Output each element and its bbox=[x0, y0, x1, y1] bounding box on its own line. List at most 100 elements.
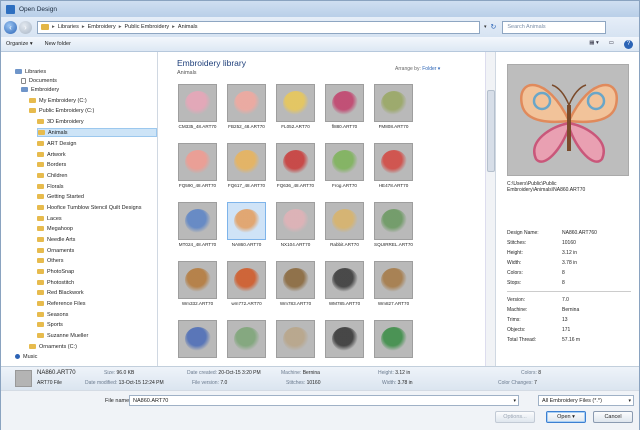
nav-item-hoofice-tumblow-stencil-quilt-designs[interactable]: Hoofice Tumblow Stencil Quilt Designs bbox=[37, 203, 141, 212]
nav-item-florals[interactable]: Florals bbox=[37, 182, 64, 191]
options-button[interactable]: Options... bbox=[495, 411, 535, 423]
organize-button[interactable]: Organize ▾ bbox=[6, 41, 33, 47]
nav-item-borders[interactable]: Borders bbox=[37, 160, 66, 169]
nav-item-suzanne-mueller[interactable]: Suzanne Mueller bbox=[37, 331, 88, 340]
file-thumbnail[interactable]: Wm332.ART70 bbox=[175, 259, 220, 311]
file-thumbnail[interactable]: Wm783.ART70 bbox=[273, 259, 318, 311]
embroidery-motif bbox=[380, 209, 407, 233]
crumb-embroidery[interactable]: Embroidery bbox=[88, 24, 116, 30]
nav-item-reference-files[interactable]: Reference Files bbox=[37, 299, 86, 308]
file-thumbnail[interactable]: Wm827.ART70 bbox=[371, 259, 416, 311]
nav-item-embroidery[interactable]: Embroidery bbox=[21, 85, 59, 94]
crumb-public-embroidery[interactable]: Public Embroidery bbox=[125, 24, 170, 30]
detail-color-changes: 7 bbox=[534, 380, 537, 386]
file-thumbnail[interactable]: CM335_48.ART70 bbox=[175, 82, 220, 134]
nav-item-documents[interactable]: Documents bbox=[21, 76, 57, 85]
file-thumbnail[interactable]: HE478.ART70 bbox=[371, 141, 416, 193]
detail-name: NA860.ART70 bbox=[37, 370, 76, 376]
view-options-icon[interactable]: ▦ ▾ bbox=[589, 40, 599, 49]
file-name-label: Wm783.ART70 bbox=[279, 301, 312, 306]
file-name-label: Wm827.ART70 bbox=[377, 301, 410, 306]
file-thumbnail[interactable] bbox=[224, 318, 269, 366]
file-thumbnail[interactable] bbox=[322, 318, 367, 366]
design-thumbnail-image bbox=[325, 202, 364, 240]
nav-item-seasons[interactable]: Seasons bbox=[37, 310, 68, 319]
file-name-label: HE478.ART70 bbox=[378, 183, 409, 188]
embroidery-motif bbox=[233, 91, 260, 115]
file-thumbnail[interactable]: fl880.ART70 bbox=[322, 82, 367, 134]
file-thumbnail[interactable] bbox=[175, 318, 220, 366]
file-thumbnail[interactable]: NA860.ART70 bbox=[224, 200, 269, 252]
file-thumbnail[interactable] bbox=[371, 318, 416, 366]
file-name-label: MT024_48.ART70 bbox=[178, 242, 217, 247]
scrollbar-thumb[interactable] bbox=[487, 90, 495, 172]
nav-item-others[interactable]: Others bbox=[37, 256, 64, 265]
file-thumbnail[interactable]: NX104.ART70 bbox=[273, 200, 318, 252]
nav-item-artwork[interactable]: Artwork bbox=[37, 150, 66, 159]
file-thumbnail[interactable]: Frog.ART70 bbox=[322, 141, 367, 193]
file-thumbnail[interactable]: FQ590_48.ART70 bbox=[175, 141, 220, 193]
nav-item-needle-arts[interactable]: Needle Arts bbox=[37, 235, 75, 244]
file-thumbnail[interactable]: FB252_48.ART70 bbox=[224, 82, 269, 134]
refresh-icon[interactable]: ↻ bbox=[491, 23, 497, 31]
file-thumbnail[interactable]: FQ636_48.ART70 bbox=[273, 141, 318, 193]
nav-item-3d-embroidery[interactable]: 3D Embroidery bbox=[37, 117, 84, 126]
nav-item-libraries[interactable]: Libraries bbox=[15, 67, 46, 76]
file-thumbnail[interactable] bbox=[273, 318, 318, 366]
nav-item-ornaments-c[interactable]: Ornaments (C:) bbox=[29, 342, 77, 351]
search-input[interactable]: Search Animals bbox=[502, 20, 607, 34]
embroidery-motif bbox=[331, 91, 358, 115]
preview-pane-icon[interactable]: ▭ bbox=[609, 40, 614, 49]
crumb-animals[interactable]: Animals bbox=[178, 24, 198, 30]
embroidery-motif bbox=[331, 327, 358, 351]
nav-item-children[interactable]: Children bbox=[37, 171, 67, 180]
cancel-button[interactable]: Cancel bbox=[593, 411, 633, 423]
file-thumbnail[interactable]: Rabbit.ART70 bbox=[322, 200, 367, 252]
nav-item-animals[interactable]: Animals bbox=[37, 128, 157, 137]
nav-item-photostitch[interactable]: Photostitch bbox=[37, 278, 74, 287]
file-name-label: NX104.ART70 bbox=[280, 242, 311, 247]
nav-item-sports[interactable]: Sports bbox=[37, 320, 63, 329]
chevron-down-icon[interactable]: ▾ bbox=[513, 396, 516, 406]
recent-locations-dropdown[interactable]: ▾ bbox=[484, 24, 487, 30]
nav-item-laces[interactable]: Laces bbox=[37, 214, 62, 223]
file-thumbnail[interactable]: MT024_48.ART70 bbox=[175, 200, 220, 252]
open-split-arrow[interactable]: ▾ bbox=[572, 414, 575, 420]
nav-item-music[interactable]: Music bbox=[15, 352, 37, 361]
nav-item-photosnap[interactable]: PhotoSnap bbox=[37, 267, 74, 276]
embroidery-motif bbox=[380, 327, 407, 351]
file-thumbnail[interactable]: SQUIRREL.ART70 bbox=[371, 200, 416, 252]
file-thumbnail[interactable]: WM785.ART70 bbox=[322, 259, 367, 311]
breadcrumb[interactable]: ▸ Libraries ▸ Embroidery ▸ Public Embroi… bbox=[37, 20, 480, 34]
file-thumbnail[interactable]: FL052.ART70 bbox=[273, 82, 318, 134]
nav-item-art-design[interactable]: ART Design bbox=[37, 139, 76, 148]
arrange-by-dropdown[interactable]: Folder ▾ bbox=[422, 66, 440, 72]
file-thumbnail[interactable]: FM808.ART70 bbox=[371, 82, 416, 134]
embroidery-motif bbox=[184, 150, 211, 174]
folder-icon bbox=[29, 344, 36, 349]
nav-item-red-blackwork[interactable]: Red Blackwork bbox=[37, 288, 84, 297]
open-button[interactable]: Open ▾ bbox=[546, 411, 586, 423]
file-list-scrollbar[interactable] bbox=[485, 52, 495, 366]
nav-item-getting-started[interactable]: Getting Started bbox=[37, 192, 84, 201]
file-thumbnail[interactable]: FQ617_48.ART70 bbox=[224, 141, 269, 193]
new-folder-button[interactable]: New folder bbox=[45, 41, 71, 47]
file-thumbnail[interactable]: wm772.ART70 bbox=[224, 259, 269, 311]
file-type-filter[interactable]: All Embroidery Files (*.*) ▾ bbox=[538, 395, 634, 406]
nav-item-public-embroidery-c[interactable]: Public Embroidery (C:) bbox=[29, 106, 94, 115]
property-row: Stops: 8 bbox=[507, 280, 565, 286]
nav-item-my-embroidery-c[interactable]: My Embroidery (C:) bbox=[29, 96, 87, 105]
nav-item-label: Children bbox=[47, 172, 68, 179]
preview-file-path: C:\Users\Public\Public Embroidery\Animal… bbox=[507, 181, 586, 193]
help-icon[interactable]: ? bbox=[624, 39, 633, 49]
file-name-label: SQUIRREL.ART70 bbox=[374, 242, 413, 247]
folder-icon bbox=[37, 280, 44, 285]
file-name-input[interactable]: NA860.ART70 ▾ bbox=[129, 395, 519, 406]
chevron-down-icon[interactable]: ▾ bbox=[628, 396, 631, 406]
nav-item-megahoop[interactable]: Megahoop bbox=[37, 224, 73, 233]
crumb-libraries[interactable]: Libraries bbox=[58, 24, 79, 30]
embroidery-motif bbox=[184, 327, 211, 351]
nav-item-ornaments[interactable]: Ornaments bbox=[37, 246, 74, 255]
back-button[interactable]: ‹ bbox=[4, 20, 17, 34]
forward-button[interactable]: › bbox=[19, 20, 32, 34]
